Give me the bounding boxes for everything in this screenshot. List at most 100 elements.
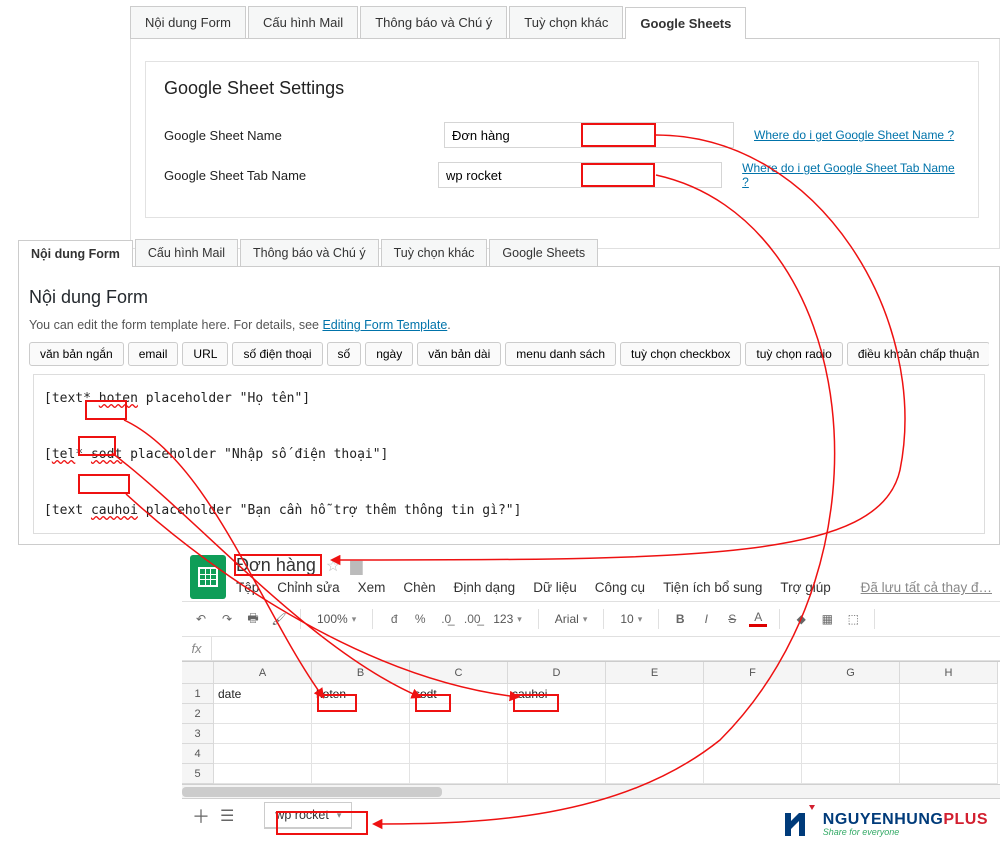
- row-header-4[interactable]: 4: [182, 744, 214, 764]
- tab2-noi-dung-form[interactable]: Nội dung Form: [18, 240, 133, 267]
- menu-data[interactable]: Dữ liệu: [533, 580, 577, 595]
- col-header-a[interactable]: A: [214, 662, 312, 684]
- tagbtn-acceptance[interactable]: điều khoản chấp thuận: [847, 342, 989, 366]
- horizontal-scrollbar[interactable]: [182, 784, 1000, 798]
- tab-noi-dung-form[interactable]: Nội dung Form: [130, 6, 246, 38]
- col-header-h[interactable]: H: [900, 662, 998, 684]
- sheet-tab-name-input[interactable]: [438, 162, 722, 188]
- row-header-2[interactable]: 2: [182, 704, 214, 724]
- col-header-e[interactable]: E: [606, 662, 704, 684]
- cell-h1[interactable]: [900, 684, 998, 704]
- tagbtn-text[interactable]: văn bản ngắn: [29, 342, 124, 366]
- merge-icon[interactable]: ⬚: [844, 612, 862, 626]
- col-header-f[interactable]: F: [704, 662, 802, 684]
- tab2-tuy-chon-khac[interactable]: Tuỳ chọn khác: [381, 239, 488, 266]
- tagbtn-radio[interactable]: tuỳ chọn radio: [745, 342, 842, 366]
- menu-help[interactable]: Trợ giúp: [780, 580, 830, 595]
- bold-icon[interactable]: B: [671, 612, 689, 626]
- tab2-thong-bao[interactable]: Thông báo và Chú ý: [240, 239, 379, 266]
- google-sheets-logo-icon: [190, 555, 226, 599]
- dec-decrease-icon[interactable]: .0̲: [437, 612, 455, 626]
- settings-title: Google Sheet Settings: [164, 78, 960, 99]
- watermark-brand: NGUYENHUNGPLUS Share for everyone: [781, 803, 988, 837]
- menu-view[interactable]: Xem: [358, 580, 386, 595]
- cell-f1[interactable]: [704, 684, 802, 704]
- text-color-icon[interactable]: A: [749, 611, 767, 627]
- menu-file[interactable]: Tệp: [236, 580, 259, 595]
- font-size-dropdown[interactable]: 10: [616, 610, 646, 628]
- menu-edit[interactable]: Chỉnh sửa: [277, 580, 339, 595]
- form-editor-hint: You can edit the form template here. For…: [29, 318, 989, 332]
- select-all-corner[interactable]: [182, 662, 214, 684]
- fill-color-icon[interactable]: ◆: [792, 612, 810, 626]
- tagbtn-select[interactable]: menu danh sách: [505, 342, 616, 366]
- menu-tools[interactable]: Công cụ: [595, 580, 645, 595]
- tab2-cau-hinh-mail[interactable]: Cấu hình Mail: [135, 239, 238, 266]
- print-icon[interactable]: 🖶: [244, 609, 262, 630]
- google-sheets-app: Đơn hàng ☆ ▆ Tệp Chỉnh sửa Xem Chèn Định…: [182, 547, 1000, 832]
- editing-template-link[interactable]: Editing Form Template: [322, 318, 447, 332]
- menu-addons[interactable]: Tiện ích bổ sung: [663, 580, 762, 595]
- tagbtn-checkbox[interactable]: tuỳ chọn checkbox: [620, 342, 741, 366]
- number-format-dropdown[interactable]: 123: [489, 610, 526, 628]
- sheet-name-help-link[interactable]: Where do i get Google Sheet Name ?: [754, 128, 954, 142]
- tabs-top: Nội dung Form Cấu hình Mail Thông báo và…: [130, 6, 1000, 39]
- menu-insert[interactable]: Chèn: [403, 580, 435, 595]
- cell-g1[interactable]: [802, 684, 900, 704]
- col-header-g[interactable]: G: [802, 662, 900, 684]
- percent-icon[interactable]: %: [411, 612, 429, 626]
- tagbtn-date[interactable]: ngày: [365, 342, 413, 366]
- cell-c1[interactable]: sodt: [410, 684, 508, 704]
- form-template-textarea[interactable]: [text* hoten placeholder "Họ tên"] [tel*…: [33, 374, 985, 534]
- zoom-dropdown[interactable]: 100%: [313, 610, 360, 628]
- tagbtn-number[interactable]: số: [327, 342, 362, 366]
- tab-thong-bao[interactable]: Thông báo và Chú ý: [360, 6, 507, 38]
- menu-format[interactable]: Định dạng: [454, 580, 516, 595]
- form-editor-title: Nội dung Form: [29, 287, 989, 308]
- tagbtn-email[interactable]: email: [128, 342, 179, 366]
- col-header-b[interactable]: B: [312, 662, 410, 684]
- formula-bar[interactable]: fx: [182, 637, 1000, 661]
- row-header-1[interactable]: 1: [182, 684, 214, 704]
- tab2-google-sheets[interactable]: Google Sheets: [489, 239, 598, 266]
- cell-d1[interactable]: cauhoi: [508, 684, 606, 704]
- brand-logo-icon: [781, 803, 817, 837]
- row-header-3[interactable]: 3: [182, 724, 214, 744]
- col-header-d[interactable]: D: [508, 662, 606, 684]
- menu-bar: Tệp Chỉnh sửa Xem Chèn Định dạng Dữ liệu…: [236, 580, 992, 595]
- italic-icon[interactable]: I: [697, 612, 715, 626]
- redo-icon[interactable]: ↷: [218, 612, 236, 626]
- row-header-5[interactable]: 5: [182, 764, 214, 784]
- spreadsheet-grid[interactable]: A B C D E F G H 1 date hoten sodt cauhoi: [182, 661, 1000, 784]
- tabs-bottom: Nội dung Form Cấu hình Mail Thông báo và…: [18, 239, 1000, 267]
- tagbtn-url[interactable]: URL: [182, 342, 228, 366]
- tab-google-sheets[interactable]: Google Sheets: [625, 7, 746, 39]
- cell-e1[interactable]: [606, 684, 704, 704]
- document-title[interactable]: Đơn hàng: [236, 555, 316, 576]
- folder-move-icon[interactable]: ▆: [350, 556, 362, 576]
- sheet-tab-wprocket[interactable]: wp rocket: [264, 802, 352, 829]
- save-status[interactable]: Đã lưu tất cả thay đ…: [861, 580, 992, 595]
- paint-format-icon[interactable]: 🖌: [270, 612, 288, 626]
- panel-google-sheets-settings: Nội dung Form Cấu hình Mail Thông báo và…: [130, 6, 1000, 249]
- star-icon[interactable]: ☆: [326, 556, 340, 576]
- sheet-tab-name-label: Google Sheet Tab Name: [164, 168, 438, 183]
- undo-icon[interactable]: ↶: [192, 612, 210, 626]
- cell-a1[interactable]: date: [214, 684, 312, 704]
- sheet-tab-name-help-link[interactable]: Where do i get Google Sheet Tab Name ?: [742, 161, 960, 189]
- tagbtn-textarea[interactable]: văn bản dài: [417, 342, 501, 366]
- sheet-name-input[interactable]: [444, 122, 734, 148]
- currency-icon[interactable]: đ: [385, 612, 403, 626]
- tag-generator-buttons: văn bản ngắn email URL số điện thoại số …: [29, 342, 989, 366]
- all-sheets-icon[interactable]: ☰: [220, 806, 234, 826]
- tab-cau-hinh-mail[interactable]: Cấu hình Mail: [248, 6, 358, 38]
- strike-icon[interactable]: S: [723, 612, 741, 626]
- add-sheet-icon[interactable]: ＋: [192, 803, 210, 829]
- tagbtn-tel[interactable]: số điện thoại: [232, 342, 322, 366]
- cell-b1[interactable]: hoten: [312, 684, 410, 704]
- font-dropdown[interactable]: Arial: [551, 610, 592, 628]
- borders-icon[interactable]: ▦: [818, 612, 836, 626]
- col-header-c[interactable]: C: [410, 662, 508, 684]
- tab-tuy-chon-khac[interactable]: Tuỳ chọn khác: [509, 6, 623, 38]
- dec-increase-icon[interactable]: .00̲: [463, 612, 481, 626]
